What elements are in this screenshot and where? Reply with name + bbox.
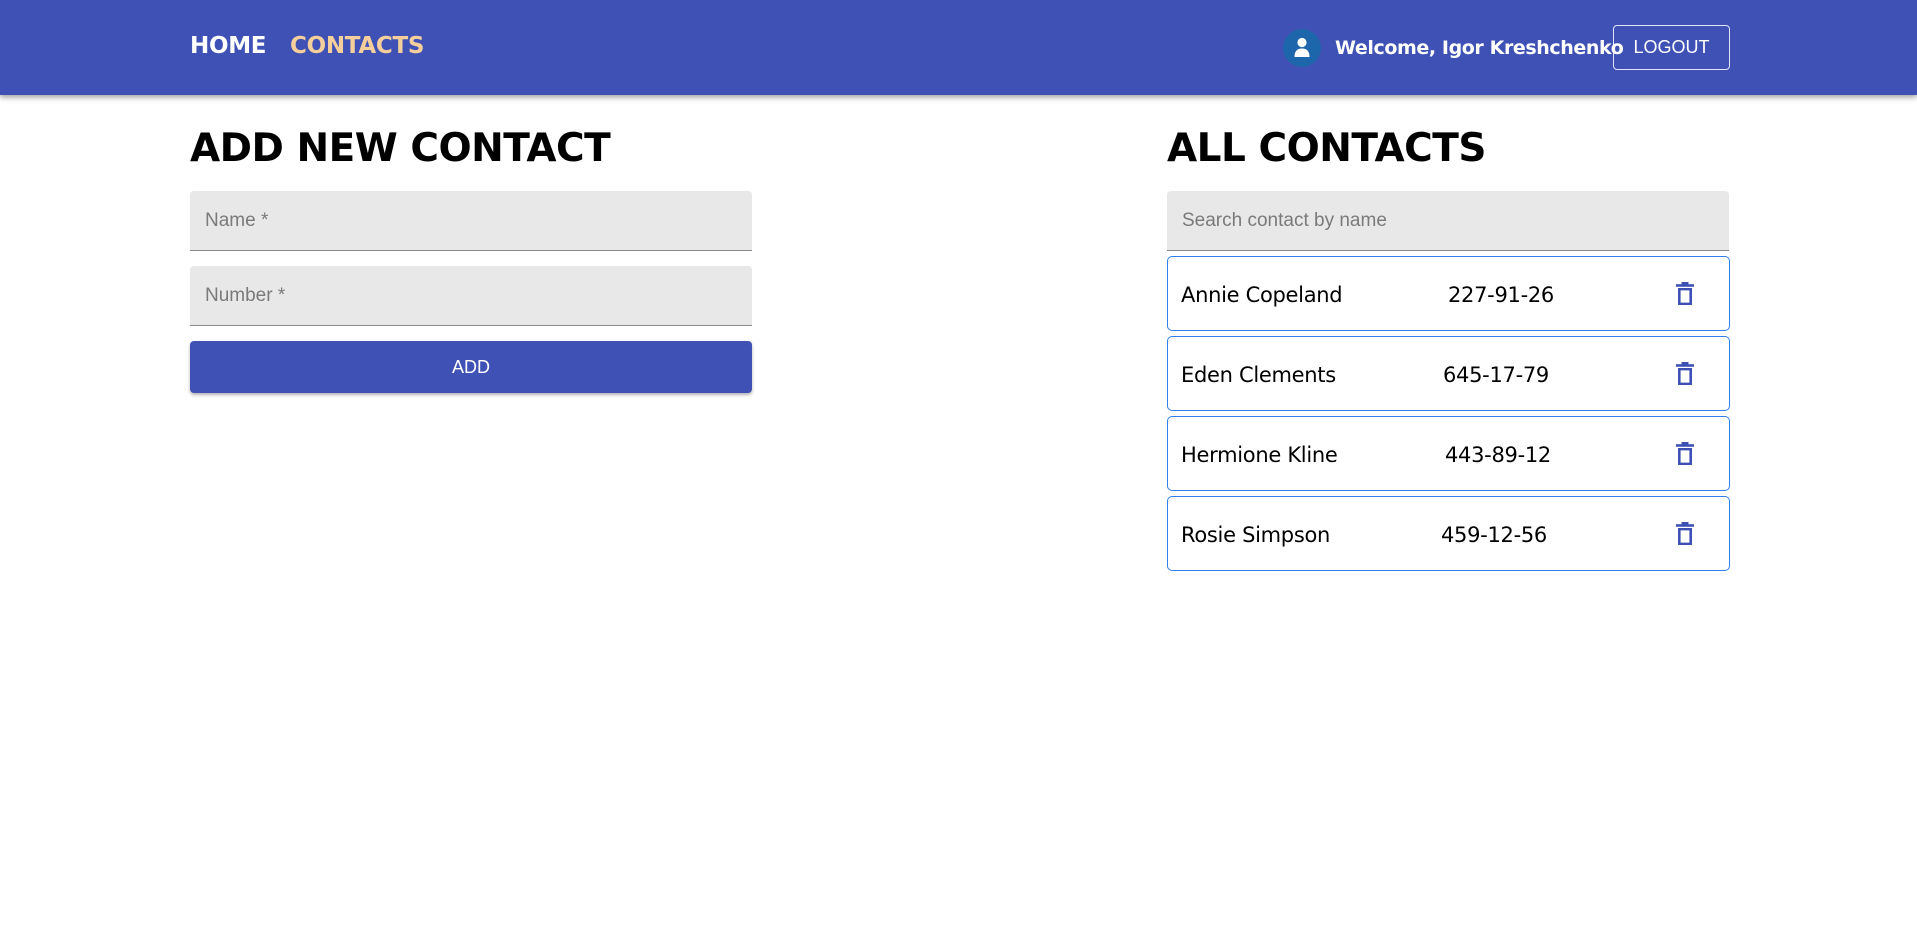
delete-contact-button[interactable]	[1671, 441, 1699, 469]
logout-button[interactable]: LOGOUT	[1613, 25, 1730, 70]
app-bar: HOME CONTACTS Welcome, Igor Kreshchenko …	[0, 0, 1917, 95]
delete-contact-button[interactable]	[1671, 281, 1699, 309]
nav-contacts-link[interactable]: CONTACTS	[290, 33, 424, 59]
delete-contact-button[interactable]	[1671, 521, 1699, 549]
contact-number: 459-12-56	[1441, 523, 1547, 547]
all-contacts-title: ALL CONTACTS	[1167, 126, 1486, 171]
delete-contact-button[interactable]	[1671, 361, 1699, 389]
contact-number: 443-89-12	[1445, 443, 1551, 467]
contact-list-item: Hermione Kline 443-89-12	[1167, 416, 1730, 491]
trash-icon	[1674, 521, 1696, 550]
add-contact-button[interactable]: ADD	[190, 341, 752, 393]
trash-icon	[1674, 361, 1696, 390]
contact-list-item: Annie Copeland 227-91-26	[1167, 256, 1730, 331]
trash-icon	[1674, 281, 1696, 310]
contact-number: 227-91-26	[1448, 283, 1554, 307]
search-field	[1167, 191, 1729, 251]
contact-name: Rosie Simpson	[1181, 523, 1331, 547]
name-input[interactable]	[190, 191, 752, 250]
add-contact-title: ADD NEW CONTACT	[190, 126, 611, 171]
number-input[interactable]	[190, 266, 752, 325]
name-field	[190, 191, 752, 251]
user-avatar-icon	[1283, 29, 1321, 67]
nav-home-link[interactable]: HOME	[190, 33, 267, 59]
contact-number: 645-17-79	[1443, 363, 1549, 387]
contact-name: Hermione Kline	[1181, 443, 1338, 467]
contact-name: Annie Copeland	[1181, 283, 1343, 307]
contact-list-item: Eden Clements 645-17-79	[1167, 336, 1730, 411]
trash-icon	[1674, 441, 1696, 470]
contact-list-item: Rosie Simpson 459-12-56	[1167, 496, 1730, 571]
contact-name: Eden Clements	[1181, 363, 1336, 387]
welcome-text: Welcome, Igor Kreshchenko	[1335, 37, 1624, 59]
search-input[interactable]	[1167, 191, 1729, 250]
number-field	[190, 266, 752, 326]
